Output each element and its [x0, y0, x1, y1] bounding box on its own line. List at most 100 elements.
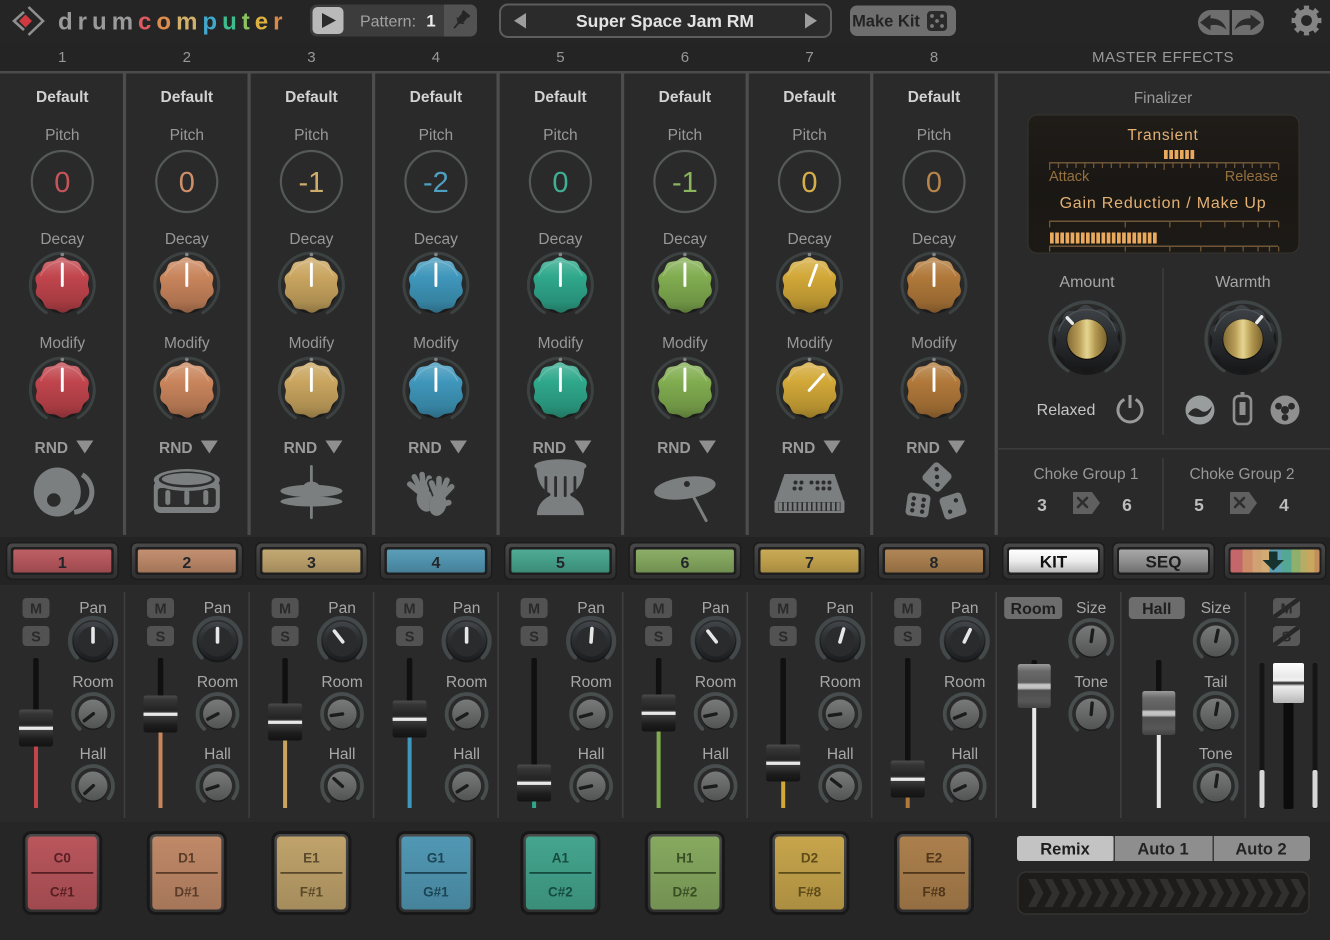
svg-text:Pitch: Pitch	[543, 127, 577, 144]
svg-text:Modify: Modify	[413, 335, 459, 352]
svg-text:Hall: Hall	[204, 746, 231, 763]
svg-text:Default: Default	[285, 89, 338, 106]
svg-text:Decay: Decay	[289, 231, 333, 248]
svg-text:Tail: Tail	[1204, 674, 1227, 691]
svg-text:Modify: Modify	[39, 335, 85, 352]
svg-text:S: S	[156, 630, 166, 646]
svg-text:2: 2	[182, 555, 191, 572]
svg-text:Room: Room	[1011, 601, 1056, 618]
svg-text:7: 7	[805, 49, 813, 66]
svg-text:8: 8	[930, 49, 938, 66]
svg-text:Room: Room	[695, 674, 736, 691]
svg-text:2: 2	[183, 49, 191, 66]
svg-text:3: 3	[1037, 495, 1047, 515]
svg-text:RND: RND	[906, 440, 940, 457]
svg-text:Tone: Tone	[1074, 674, 1108, 691]
svg-text:Pitch: Pitch	[45, 127, 79, 144]
svg-text:Modify: Modify	[911, 335, 957, 352]
svg-text:Pan: Pan	[453, 600, 481, 617]
svg-text:Pitch: Pitch	[917, 127, 951, 144]
svg-text:Room: Room	[446, 674, 487, 691]
svg-text:Pan: Pan	[204, 600, 232, 617]
svg-text:MASTER EFFECTS: MASTER EFFECTS	[1092, 49, 1234, 66]
svg-text:-1: -1	[299, 167, 325, 199]
svg-text:Hall: Hall	[702, 746, 729, 763]
svg-text:M: M	[30, 602, 42, 618]
svg-text:Auto 2: Auto 2	[1235, 841, 1286, 859]
svg-text:RND: RND	[284, 440, 318, 457]
svg-text:M: M	[528, 602, 540, 618]
svg-text:Pan: Pan	[702, 600, 730, 617]
svg-text:0: 0	[54, 167, 70, 199]
svg-text:S: S	[1282, 630, 1292, 646]
svg-text:Super Space Jam RM: Super Space Jam RM	[576, 11, 754, 31]
svg-text:0: 0	[552, 167, 568, 199]
svg-text:G#1: G#1	[423, 885, 449, 900]
svg-text:Hall: Hall	[827, 746, 854, 763]
svg-text:Room: Room	[944, 674, 985, 691]
svg-text:Default: Default	[659, 89, 712, 106]
svg-text:4: 4	[432, 49, 440, 66]
svg-text:Choke Group 1: Choke Group 1	[1033, 466, 1138, 483]
svg-text:C#2: C#2	[548, 885, 573, 900]
svg-text:RND: RND	[533, 440, 567, 457]
svg-text:5: 5	[556, 49, 564, 66]
svg-text:S: S	[529, 630, 539, 646]
svg-text:1: 1	[426, 12, 435, 31]
svg-text:3: 3	[307, 49, 315, 66]
svg-text:Modify: Modify	[289, 335, 335, 352]
svg-text:Decay: Decay	[788, 231, 832, 248]
svg-text:S: S	[31, 630, 41, 646]
svg-text:0: 0	[801, 167, 817, 199]
svg-text:Pan: Pan	[577, 600, 605, 617]
svg-text:M: M	[154, 602, 166, 618]
svg-text:S: S	[654, 630, 664, 646]
svg-text:KIT: KIT	[1040, 553, 1068, 572]
svg-text:Pattern:: Pattern:	[360, 14, 416, 31]
svg-text:Pan: Pan	[328, 600, 356, 617]
svg-text:RND: RND	[35, 440, 69, 457]
svg-text:Hall: Hall	[80, 746, 107, 763]
svg-text:M: M	[653, 602, 665, 618]
svg-text:Room: Room	[820, 674, 861, 691]
svg-text:Pitch: Pitch	[419, 127, 453, 144]
svg-text:Hall: Hall	[578, 746, 605, 763]
svg-text:RND: RND	[408, 440, 442, 457]
svg-text:Make Kit: Make Kit	[852, 13, 920, 31]
svg-text:Pitch: Pitch	[668, 127, 702, 144]
svg-text:M: M	[1280, 602, 1292, 618]
svg-text:Room: Room	[197, 674, 238, 691]
svg-text:Amount: Amount	[1059, 274, 1115, 291]
svg-text:-2: -2	[423, 167, 449, 199]
svg-text:Decay: Decay	[912, 231, 956, 248]
svg-text:Pitch: Pitch	[792, 127, 826, 144]
svg-text:Pitch: Pitch	[294, 127, 328, 144]
svg-text:C#1: C#1	[50, 885, 75, 900]
svg-text:Room: Room	[321, 674, 362, 691]
svg-text:Pan: Pan	[79, 600, 107, 617]
svg-text:Hall: Hall	[1142, 601, 1171, 618]
svg-text:Decay: Decay	[663, 231, 707, 248]
svg-text:SEQ: SEQ	[1146, 553, 1182, 572]
svg-text:Size: Size	[1201, 600, 1231, 617]
svg-text:C0: C0	[54, 851, 71, 866]
svg-text:1: 1	[58, 555, 67, 572]
svg-text:Decay: Decay	[165, 231, 209, 248]
svg-text:5: 5	[1194, 495, 1204, 515]
svg-text:Default: Default	[908, 89, 961, 106]
svg-text:RND: RND	[782, 440, 816, 457]
svg-text:F#8: F#8	[798, 885, 822, 900]
svg-text:M: M	[777, 602, 789, 618]
svg-text:6: 6	[680, 555, 689, 572]
svg-text:E2: E2	[926, 851, 943, 866]
svg-text:0: 0	[926, 167, 942, 199]
svg-text:Modify: Modify	[787, 335, 833, 352]
svg-text:H1: H1	[676, 851, 694, 866]
svg-text:3: 3	[307, 555, 316, 572]
svg-text:Choke Group 2: Choke Group 2	[1189, 466, 1294, 483]
svg-text:Modify: Modify	[662, 335, 708, 352]
svg-text:RND: RND	[657, 440, 691, 457]
svg-text:Room: Room	[570, 674, 611, 691]
svg-text:Pitch: Pitch	[170, 127, 204, 144]
svg-text:F#8: F#8	[922, 885, 946, 900]
